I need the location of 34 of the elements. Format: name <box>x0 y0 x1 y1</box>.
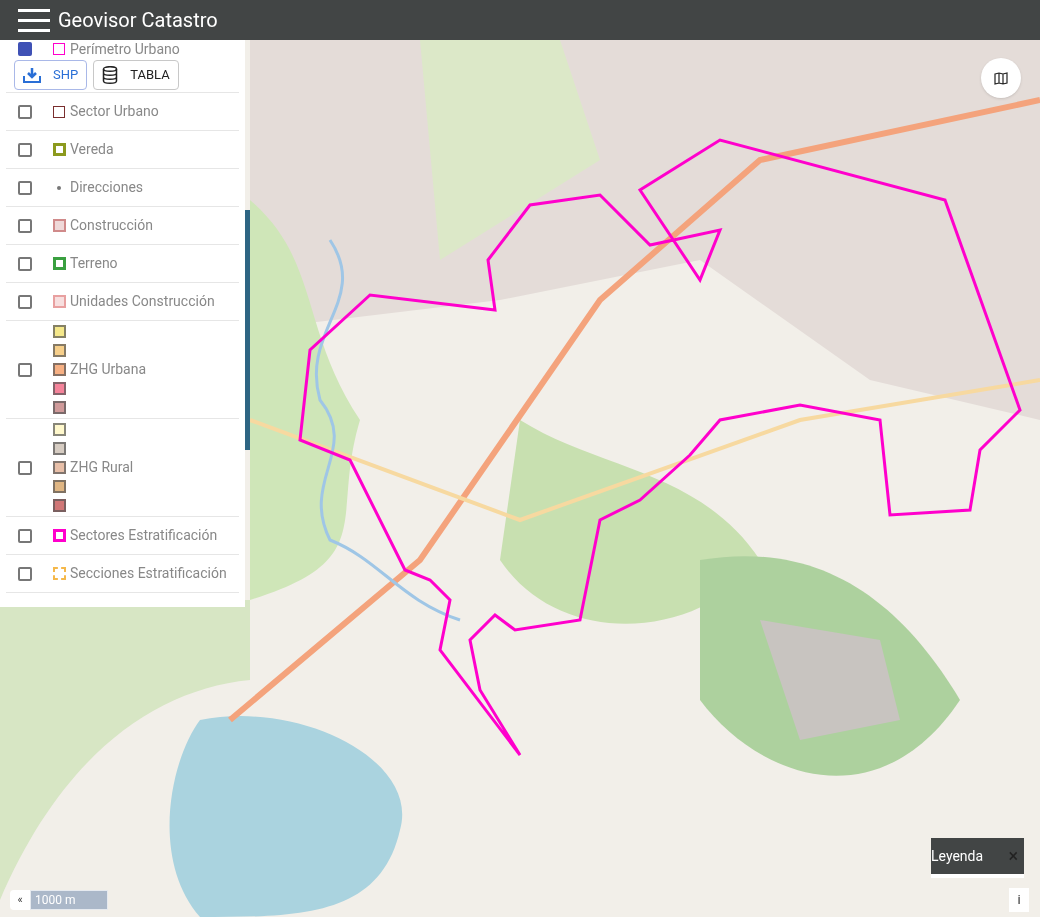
layer-label: Perímetro Urbano <box>70 39 180 59</box>
checkbox[interactable] <box>18 362 32 377</box>
menu-icon[interactable] <box>18 8 50 32</box>
checkbox[interactable] <box>18 528 32 543</box>
database-icon <box>102 66 119 84</box>
layer-label: Secciones Estratificación <box>70 564 227 583</box>
checkbox[interactable] <box>18 104 32 119</box>
layer-label: Sector Urbano <box>70 102 159 121</box>
checkbox[interactable] <box>18 460 32 475</box>
layer-label: Vereda <box>70 140 114 159</box>
map-icon <box>994 71 1008 85</box>
scrollbar-thumb[interactable] <box>245 210 250 450</box>
scale-bar: 1000 m <box>30 890 108 910</box>
checkbox[interactable] <box>18 42 32 56</box>
checkbox[interactable] <box>18 566 32 581</box>
app-title: Geovisor Catastro <box>58 7 218 34</box>
layer-label: Direcciones <box>70 178 144 197</box>
layer-label: Construcción <box>70 216 153 235</box>
shp-button[interactable]: SHP <box>14 60 88 90</box>
info-button[interactable]: i <box>1009 888 1029 912</box>
layer-label: ZHG Rural <box>70 458 134 477</box>
checkbox[interactable] <box>18 294 32 309</box>
legend-label: Leyenda <box>931 846 984 866</box>
layer-label: Unidades Construcción <box>70 292 215 311</box>
checkbox[interactable] <box>18 142 32 157</box>
checkbox[interactable] <box>18 256 32 271</box>
download-icon <box>23 67 41 83</box>
table-button[interactable]: TABLA <box>93 60 179 90</box>
checkbox[interactable] <box>18 218 32 233</box>
layer-label: Sectores Estratificación <box>70 526 218 545</box>
collapse-button[interactable]: « <box>10 890 30 910</box>
layer-label: Terreno <box>70 254 118 273</box>
checkbox[interactable] <box>18 180 32 195</box>
layer-label: ZHG Urbana <box>70 360 147 379</box>
